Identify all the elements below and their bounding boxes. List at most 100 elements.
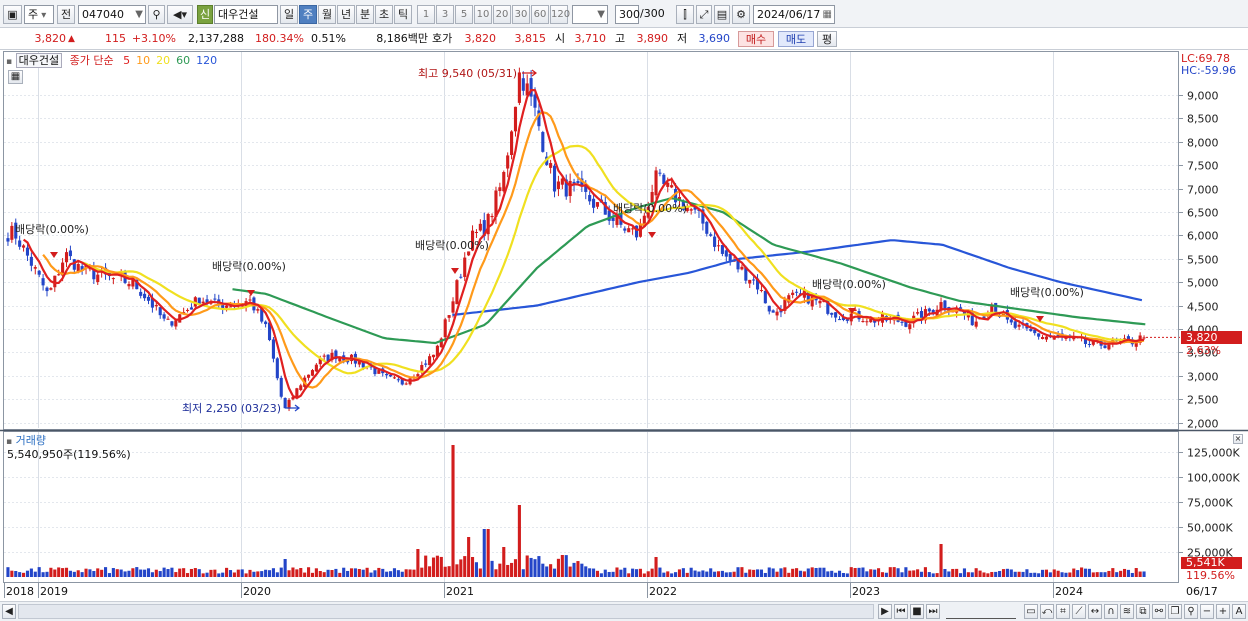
stop-icon[interactable]: ■ bbox=[910, 604, 924, 619]
volume-bar bbox=[33, 571, 37, 577]
calendar-icon[interactable]: ▦ bbox=[823, 6, 832, 23]
fast-forward-icon[interactable]: ⏭ bbox=[926, 604, 940, 619]
volume-bar bbox=[1087, 568, 1091, 577]
interval-tab-3[interactable]: 3 bbox=[436, 5, 454, 24]
trend-line-icon[interactable]: ⟋ bbox=[1072, 604, 1086, 619]
interval-tab-120[interactable]: 120 bbox=[550, 5, 570, 24]
sell-button[interactable]: 매도 bbox=[778, 31, 814, 47]
candle-body bbox=[490, 215, 494, 218]
volume-bar bbox=[346, 570, 350, 577]
rewind-icon[interactable]: ⏮ bbox=[894, 604, 908, 619]
period-tab-0[interactable]: 일 bbox=[280, 5, 298, 24]
candle-body bbox=[724, 250, 728, 257]
hc-label: HC:-59.96 bbox=[1181, 64, 1237, 77]
measure-icon[interactable]: ↔ bbox=[1088, 604, 1102, 619]
volume-bar bbox=[873, 569, 877, 577]
period-tab-3[interactable]: 년 bbox=[337, 5, 355, 24]
interval-tab-20[interactable]: 20 bbox=[493, 5, 511, 24]
candle-body bbox=[513, 106, 518, 132]
dividend-annotation: 배당락(0.00%) bbox=[15, 223, 89, 236]
box-zoom-icon[interactable]: ▭ bbox=[1024, 604, 1038, 619]
period-tab-2[interactable]: 월 bbox=[318, 5, 336, 24]
period-tab-1[interactable]: 주 bbox=[299, 5, 317, 24]
volume-bar bbox=[564, 555, 568, 577]
candle-body bbox=[771, 310, 775, 313]
legend-ma-20[interactable]: 20 bbox=[156, 54, 170, 67]
period-tab-6[interactable]: 틱 bbox=[394, 5, 412, 24]
settings-gear-icon[interactable]: ⚙ bbox=[732, 5, 750, 24]
volume-bar bbox=[697, 571, 701, 577]
calculator-icon[interactable]: ▦ bbox=[8, 70, 23, 84]
candle-body bbox=[974, 321, 978, 327]
zoom-in-icon[interactable]: + bbox=[1216, 604, 1230, 619]
stock-name-field[interactable]: 대우건설 bbox=[214, 5, 278, 24]
layers-icon[interactable]: ⧉ bbox=[1136, 604, 1150, 619]
volume-bar bbox=[275, 572, 279, 577]
close-panel-icon[interactable]: × bbox=[1233, 434, 1243, 444]
legend-ma-60[interactable]: 60 bbox=[176, 54, 190, 67]
period-tab-5[interactable]: 초 bbox=[375, 5, 393, 24]
legend-ma-5[interactable]: 5 bbox=[123, 54, 130, 67]
legend-ma-120[interactable]: 120 bbox=[196, 54, 217, 67]
chart-type-icon[interactable]: ⫿ bbox=[676, 5, 694, 24]
buy-button[interactable]: 매수 bbox=[738, 31, 774, 47]
year-label-2018: 2018 bbox=[6, 585, 34, 598]
candle-body bbox=[428, 356, 432, 366]
compare-icon[interactable]: ≋ bbox=[1120, 604, 1134, 619]
interval-tab-1[interactable]: 1 bbox=[417, 5, 435, 24]
volume-bar bbox=[107, 573, 112, 577]
zoom-search-icon[interactable]: ⚲ bbox=[1184, 604, 1198, 619]
stock-code-input[interactable]: 047040 ▼ bbox=[78, 5, 146, 24]
volume-bar bbox=[615, 567, 619, 577]
volume-bar bbox=[349, 568, 354, 577]
market-select[interactable]: 주 ▾ bbox=[24, 5, 54, 24]
interval-tab-60[interactable]: 60 bbox=[531, 5, 549, 24]
legend-stock-name[interactable]: 대우건설 bbox=[15, 53, 63, 68]
volume-bar bbox=[510, 562, 514, 577]
undo-zoom-icon[interactable]: ⤺ bbox=[1040, 604, 1054, 619]
legend-ma-10[interactable]: 10 bbox=[136, 54, 150, 67]
volume-bar bbox=[595, 570, 600, 577]
volume-bar bbox=[185, 573, 190, 577]
interval-tab-30[interactable]: 30 bbox=[512, 5, 530, 24]
candle-body bbox=[287, 399, 291, 409]
scroll-right-icon[interactable]: ▶ bbox=[878, 604, 892, 619]
grid-toggle-icon[interactable]: ⌗ bbox=[1056, 604, 1070, 619]
zoom-icon[interactable]: ⤢ bbox=[696, 5, 712, 24]
link-icon[interactable]: ⚯ bbox=[1152, 604, 1166, 619]
eval-button[interactable]: 평 bbox=[817, 31, 837, 47]
zoom-out-icon[interactable]: − bbox=[1200, 604, 1214, 619]
volume-bar bbox=[1040, 569, 1045, 577]
search-icon[interactable]: ⚲ bbox=[148, 5, 165, 24]
zoom-slider[interactable] bbox=[946, 604, 1016, 619]
speaker-icon[interactable]: ◀▾ bbox=[167, 5, 193, 24]
bar-count-input[interactable]: 300 bbox=[615, 5, 640, 24]
copy-icon[interactable]: ❐ bbox=[1168, 604, 1182, 619]
volume-bar bbox=[1037, 573, 1041, 577]
volume-bar bbox=[104, 567, 108, 577]
stock-chart[interactable]: 최고 9,540 (05/31) 최저 2,250 (03/23) 배당락(0.00… bbox=[0, 50, 1248, 601]
window-menu-icon[interactable]: ▣ bbox=[3, 5, 22, 24]
price-tick-label: 5,500 bbox=[1187, 254, 1219, 267]
volume-bar bbox=[845, 573, 849, 577]
interval-tab-10[interactable]: 10 bbox=[474, 5, 492, 24]
interval-tab-5[interactable]: 5 bbox=[455, 5, 473, 24]
date-input[interactable]: 2024/06/17 ▦ bbox=[753, 5, 835, 24]
volume-bar bbox=[1138, 571, 1142, 577]
volume-bar bbox=[779, 568, 783, 577]
magnet-icon[interactable]: ∩ bbox=[1104, 604, 1118, 619]
legend-ma-label[interactable]: 종가 단순 bbox=[70, 54, 114, 67]
interval-custom-select[interactable]: ▼ bbox=[572, 5, 608, 24]
volume-title[interactable]: 거래량 bbox=[16, 434, 46, 447]
volume-bar bbox=[474, 562, 478, 577]
scroll-track[interactable] bbox=[18, 604, 874, 619]
volume-bar bbox=[256, 571, 260, 577]
low-price: 3,690 bbox=[698, 32, 731, 45]
save-icon[interactable]: ▤ bbox=[714, 5, 730, 24]
font-size-icon[interactable]: A bbox=[1232, 604, 1246, 619]
volume-bar bbox=[146, 568, 151, 577]
prev-stock-button[interactable]: 전 bbox=[57, 5, 75, 24]
scroll-left-icon[interactable]: ◀ bbox=[2, 604, 16, 619]
period-tab-4[interactable]: 분 bbox=[356, 5, 374, 24]
volume-bar bbox=[1134, 568, 1138, 577]
